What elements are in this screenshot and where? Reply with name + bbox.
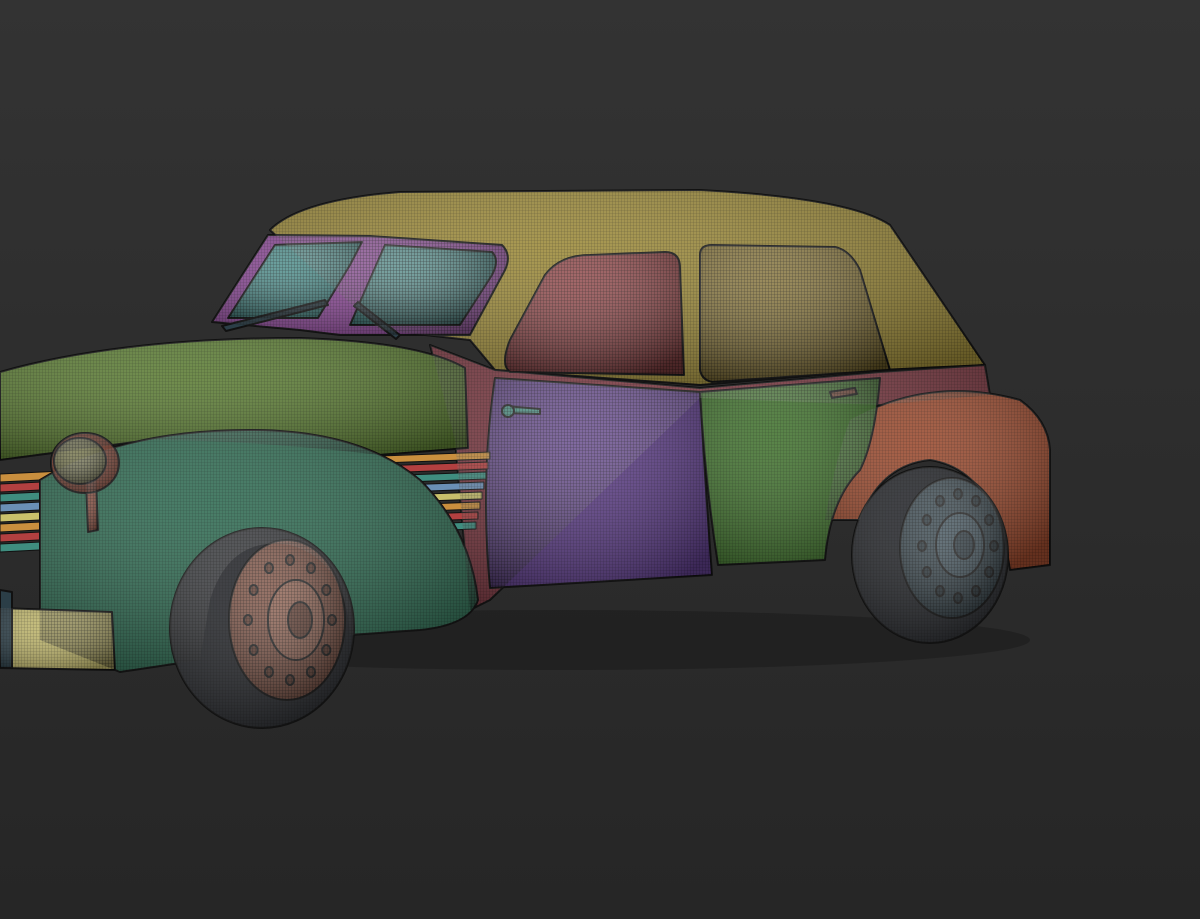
- lug-nut: [306, 665, 316, 678]
- lug-nut: [971, 494, 981, 507]
- bumper-end: [0, 589, 13, 669]
- rear-wheel: [851, 466, 1009, 644]
- lug-nut: [935, 494, 945, 507]
- front-door-lock: [501, 404, 515, 418]
- front-wheel: [169, 527, 355, 729]
- lug-nut: [327, 614, 337, 626]
- lug-nut: [917, 540, 927, 552]
- lug-nut: [264, 562, 274, 575]
- front-bumper: [0, 607, 116, 671]
- car-wireframe-render[interactable]: [0, 0, 1200, 919]
- lug-nut: [953, 488, 963, 500]
- 3d-viewport[interactable]: [0, 0, 1200, 919]
- lug-nut: [285, 674, 295, 686]
- lug-nut: [984, 566, 995, 578]
- lug-nut: [935, 585, 945, 598]
- lug-nut: [306, 562, 316, 575]
- lug-nut: [243, 614, 253, 626]
- lug-nut: [989, 540, 999, 552]
- headlight-lens: [53, 437, 107, 485]
- lug-nut: [984, 514, 995, 526]
- lug-nut: [321, 644, 332, 656]
- lug-nut: [248, 584, 259, 596]
- lug-nut: [921, 514, 932, 526]
- lug-nut: [321, 584, 332, 596]
- lug-nut: [921, 566, 932, 578]
- lug-nut: [248, 644, 259, 656]
- lug-nut: [953, 592, 963, 604]
- lug-nut: [285, 554, 295, 566]
- lug-nut: [264, 665, 274, 678]
- lug-nut: [971, 585, 981, 598]
